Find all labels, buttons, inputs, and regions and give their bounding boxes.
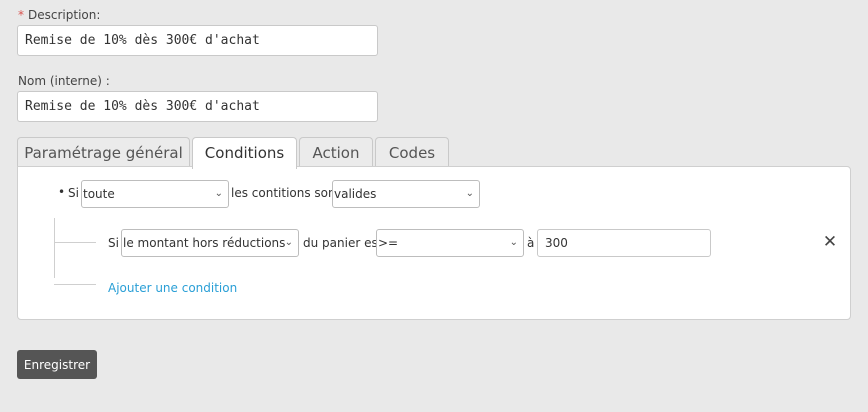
save-button[interactable]: Enregistrer <box>17 350 97 379</box>
condition-value-input[interactable] <box>537 229 711 257</box>
required-marker: * <box>18 8 24 22</box>
chevron-down-icon: ⌄ <box>509 237 518 248</box>
tab-conditions[interactable]: Conditions <box>192 137 297 169</box>
tab-action[interactable]: Action <box>299 137 373 168</box>
tab-codes[interactable]: Codes <box>375 137 449 168</box>
root-si-label: Si <box>68 186 79 200</box>
chevron-down-icon: ⌄ <box>214 188 223 199</box>
chevron-down-icon: ⌄ <box>284 237 293 248</box>
rule-si-label: Si <box>108 236 119 250</box>
root-middle-text: les contitions sont <box>231 186 341 200</box>
state-select[interactable]: valides ⌄ <box>332 180 480 208</box>
description-input[interactable] <box>17 25 378 56</box>
name-internal-input[interactable] <box>17 91 378 122</box>
chevron-down-icon: ⌄ <box>465 188 474 199</box>
tab-parametrage-general[interactable]: Paramétrage général <box>17 137 190 168</box>
quantifier-select[interactable]: toute ⌄ <box>81 180 229 208</box>
description-label: * Description: <box>18 8 101 22</box>
tree-branch-add <box>54 284 96 285</box>
add-condition-link[interactable]: Ajouter une condition <box>108 281 237 295</box>
tree-vertical-line <box>54 218 55 278</box>
tree-branch-rule <box>54 242 96 243</box>
name-internal-label: Nom (interne) : <box>18 74 110 88</box>
attribute-select[interactable]: le montant hors réductions ⌄ <box>121 229 299 257</box>
operator-select[interactable]: >= ⌄ <box>376 229 524 257</box>
close-icon[interactable]: ✕ <box>822 232 838 252</box>
root-bullet: • <box>58 185 66 199</box>
rule-middle-text: du panier est <box>303 236 383 250</box>
rule-joiner: à <box>527 236 535 250</box>
